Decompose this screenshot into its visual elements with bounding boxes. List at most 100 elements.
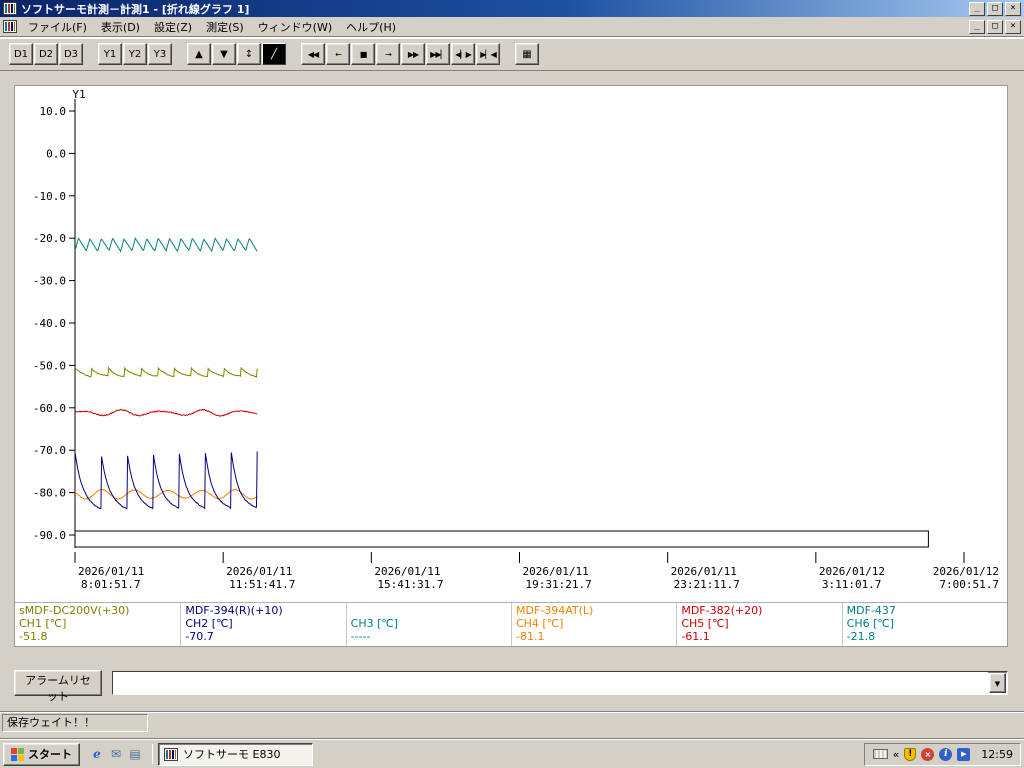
contract-x-button[interactable]: ▶▏◀: [476, 43, 500, 65]
channel-name: [351, 604, 507, 617]
svg-text:2026/01/11: 2026/01/11: [671, 565, 737, 578]
child-minimize-button[interactable]: _: [969, 20, 985, 34]
child-restore-button[interactable]: □: [987, 20, 1003, 34]
scroll-down-button[interactable]: ▼: [212, 43, 236, 65]
minimize-button[interactable]: _: [969, 2, 985, 16]
menu-measure[interactable]: 測定(S): [199, 17, 251, 37]
y1-button[interactable]: Y1: [98, 43, 122, 65]
internet-explorer-icon[interactable]: e: [89, 746, 105, 762]
scroll-up-button[interactable]: ▲: [187, 43, 211, 65]
svg-text:Y1: Y1: [72, 88, 85, 101]
child-window-controls: _ □ ×: [969, 20, 1021, 34]
mail-icon[interactable]: ✉: [108, 746, 124, 762]
svg-text:10.0: 10.0: [40, 105, 67, 118]
chart-panel: Y110.00.0-10.0-20.0-30.0-40.0-50.0-60.0-…: [14, 85, 1008, 647]
channel-label: CH5 [℃]: [681, 617, 837, 630]
tray-alert-icon[interactable]: ×: [921, 748, 934, 761]
channel-label: CH6 [℃]: [847, 617, 1003, 630]
close-button[interactable]: ×: [1005, 2, 1021, 16]
skip-to-end-button[interactable]: ▶▶▏: [426, 43, 450, 65]
svg-text:3:11:01.7: 3:11:01.7: [822, 578, 882, 591]
nav-buttons: ◀◀←■→▶▶▶▶▏◀▏▶▶▏◀: [301, 43, 500, 65]
alarm-row: アラームリセット ▼: [14, 669, 1008, 697]
svg-text:2026/01/11: 2026/01/11: [226, 565, 292, 578]
channel-name: MDF-382(+20): [681, 604, 837, 617]
legend-cell-ch2: MDF-394(R)(+10)CH2 [℃]-70.7: [180, 603, 345, 646]
svg-text:-90.0: -90.0: [33, 529, 66, 542]
expand-y-button[interactable]: ↕: [237, 43, 261, 65]
svg-text:-60.0: -60.0: [33, 402, 66, 415]
child-close-button[interactable]: ×: [1005, 20, 1021, 34]
channel-name: sMDF-DC200V(+30): [19, 604, 176, 617]
menubar: ファイル(F)表示(D)設定(Z)測定(S)ウィンドウ(W)ヘルプ(H) _ □…: [0, 17, 1024, 37]
channel-label: CH3 [℃]: [351, 617, 507, 630]
channel-name: MDF-437: [847, 604, 1003, 617]
channel-name: MDF-394(R)(+10): [185, 604, 341, 617]
fast-rewind-button[interactable]: ◀◀: [301, 43, 325, 65]
svg-text:-80.0: -80.0: [33, 487, 66, 500]
svg-text:0.0: 0.0: [46, 147, 66, 160]
channel-value: -61.1: [681, 630, 837, 643]
child-window-icon: [3, 20, 17, 33]
restore-button[interactable]: □: [987, 2, 1003, 16]
channel-label: CH1 [℃]: [19, 617, 176, 630]
d2-button[interactable]: D2: [34, 43, 58, 65]
step-back-button[interactable]: ←: [326, 43, 350, 65]
menu-window[interactable]: ウィンドウ(W): [251, 17, 339, 37]
svg-text:-20.0: -20.0: [33, 232, 66, 245]
show-desktop-icon[interactable]: ▤: [127, 746, 143, 762]
legend-cell-ch3: CH3 [℃]-----: [346, 603, 511, 646]
svg-text:2026/01/11: 2026/01/11: [374, 565, 440, 578]
y3-button[interactable]: Y3: [148, 43, 172, 65]
stop-button[interactable]: ■: [351, 43, 375, 65]
menu-view[interactable]: 表示(D): [94, 17, 147, 37]
alarm-combo-input[interactable]: [113, 672, 988, 694]
svg-text:2026/01/12: 2026/01/12: [819, 565, 885, 578]
step-forward-button[interactable]: →: [376, 43, 400, 65]
combo-dropdown-button[interactable]: ▼: [989, 673, 1006, 693]
tray-play-icon[interactable]: ▶: [957, 748, 970, 761]
channel-label: CH2 [℃]: [185, 617, 341, 630]
tray-info-icon[interactable]: i: [939, 748, 952, 761]
keyboard-layout-icon[interactable]: [873, 749, 888, 759]
svg-text:-50.0: -50.0: [33, 359, 66, 372]
y2-button[interactable]: Y2: [123, 43, 147, 65]
legend-toggle-button[interactable]: ▦: [515, 43, 539, 65]
window-controls: _ □ ×: [969, 2, 1021, 16]
svg-text:8:01:51.7: 8:01:51.7: [81, 578, 141, 591]
scale-buttons: ▲▼↕╱: [187, 43, 286, 65]
menu-help[interactable]: ヘルプ(H): [339, 17, 403, 37]
window-title: ソフトサーモ計測－計測1 - [折れ線グラフ 1]: [21, 1, 965, 17]
channel-legend: sMDF-DC200V(+30)CH1 [℃]-51.8MDF-394(R)(+…: [15, 602, 1007, 646]
taskbar-task-button[interactable]: ソフトサーモ E830: [158, 743, 313, 766]
fit-scale-button[interactable]: ╱: [262, 43, 286, 65]
svg-text:-40.0: -40.0: [33, 317, 66, 330]
task-app-icon: [164, 748, 178, 761]
channel-name: MDF-394AT(L): [516, 604, 672, 617]
legend-cell-ch1: sMDF-DC200V(+30)CH1 [℃]-51.8: [15, 603, 180, 646]
expand-x-button[interactable]: ◀▏▶: [451, 43, 475, 65]
d3-button[interactable]: D3: [59, 43, 83, 65]
screen: ソフトサーモ計測－計測1 - [折れ線グラフ 1] _ □ × ファイル(F)表…: [0, 0, 1024, 768]
flag-quadrant: [18, 748, 24, 754]
alarm-reset-button[interactable]: アラームリセット: [14, 670, 102, 696]
channel-value: -70.7: [185, 630, 341, 643]
channel-value: -81.1: [516, 630, 672, 643]
start-button[interactable]: スタート: [3, 743, 80, 766]
legend-cell-ch6: MDF-437CH6 [℃]-21.8: [842, 603, 1007, 646]
tray-expand-chevron-icon[interactable]: «: [893, 748, 900, 761]
legend-toggle-group: ▦: [515, 43, 539, 65]
svg-text:2026/01/11: 2026/01/11: [78, 565, 144, 578]
status-message: 保存ウェイト！！: [2, 714, 148, 732]
alarm-combobox[interactable]: ▼: [112, 671, 1008, 695]
taskbar-clock[interactable]: 12:59: [981, 748, 1013, 761]
channel-value: -21.8: [847, 630, 1003, 643]
menu-settings[interactable]: 設定(Z): [147, 17, 199, 37]
security-shield-icon[interactable]: !: [904, 748, 916, 761]
menu-file[interactable]: ファイル(F): [21, 17, 94, 37]
task-label: ソフトサーモ E830: [183, 746, 280, 762]
d1-button[interactable]: D1: [9, 43, 33, 65]
fast-forward-button[interactable]: ▶▶: [401, 43, 425, 65]
windows-logo-icon: [11, 748, 24, 761]
line-chart: Y110.00.0-10.0-20.0-30.0-40.0-50.0-60.0-…: [15, 86, 1007, 602]
